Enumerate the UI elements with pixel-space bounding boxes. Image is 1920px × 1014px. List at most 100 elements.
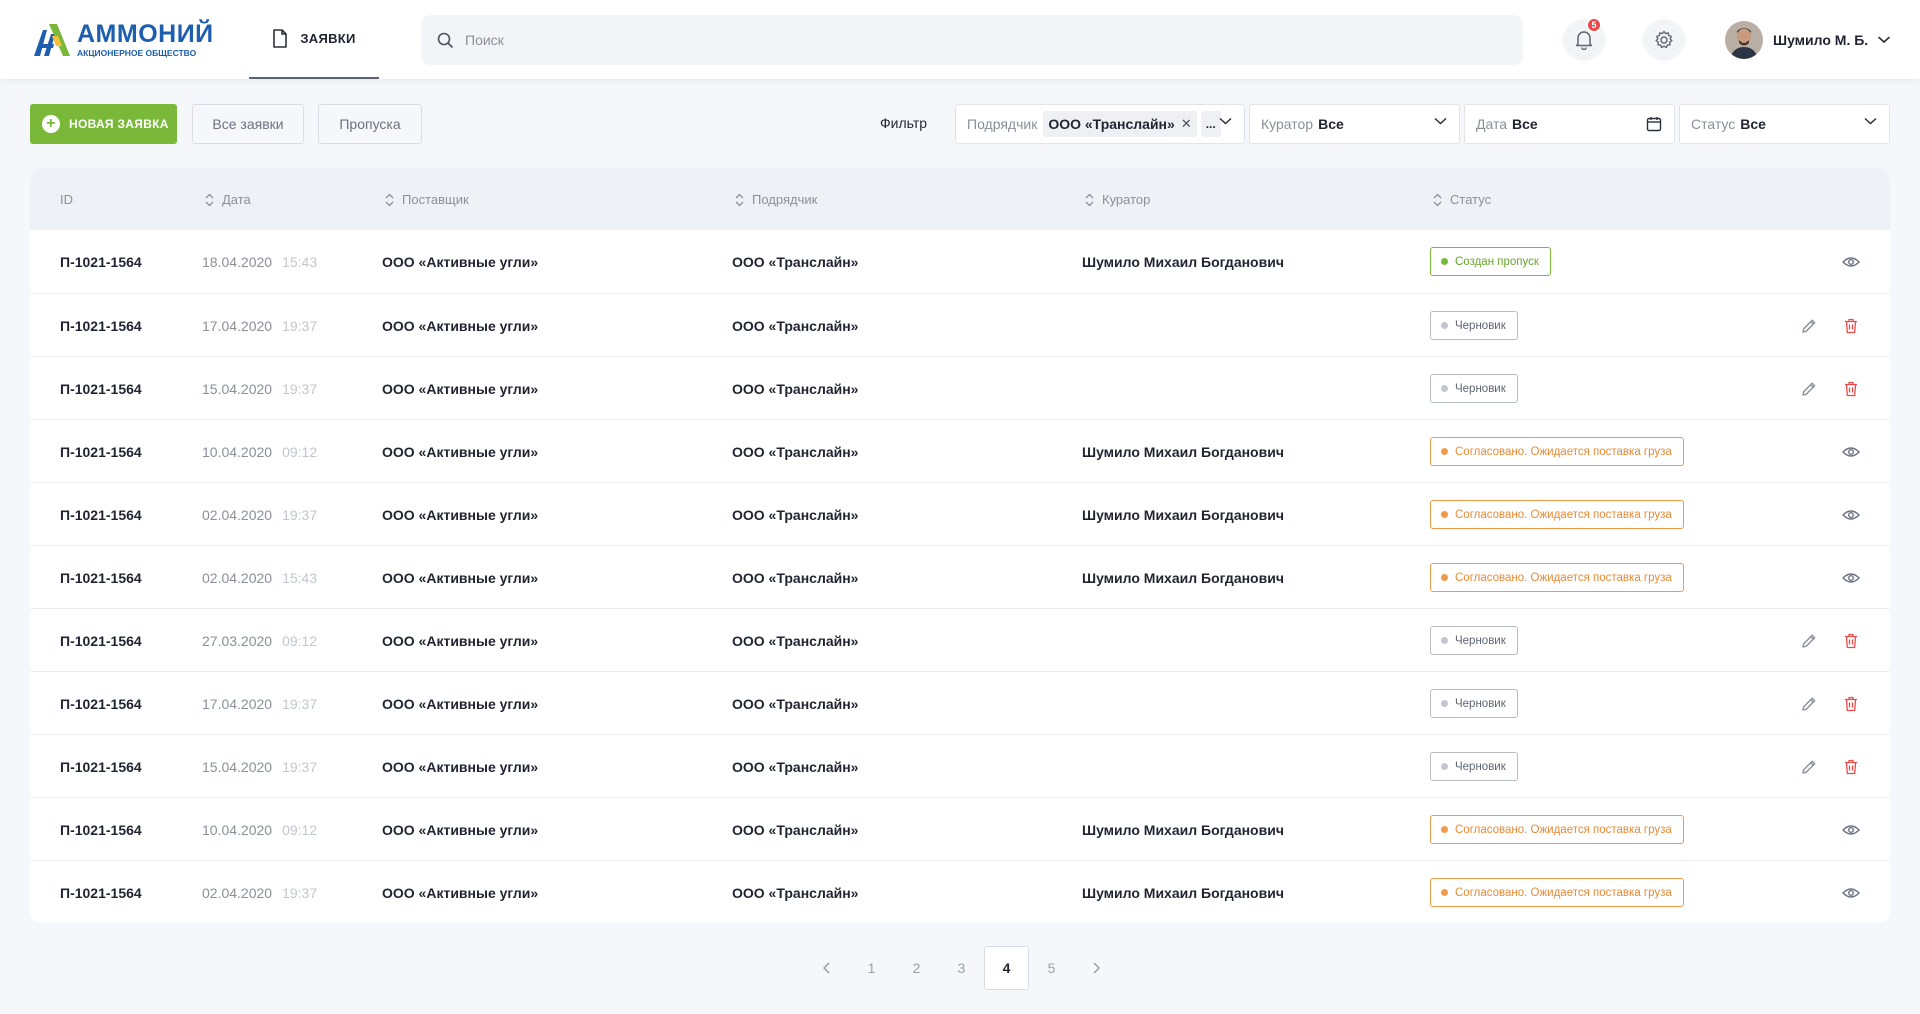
chip-more[interactable]: ... bbox=[1200, 111, 1221, 137]
column-header-date[interactable]: Дата bbox=[205, 192, 251, 207]
column-header-curator[interactable]: Куратор bbox=[1085, 192, 1150, 207]
view-icon[interactable] bbox=[1840, 819, 1861, 840]
search-bar bbox=[421, 15, 1523, 65]
status-dot bbox=[1441, 385, 1448, 392]
curator-filter[interactable]: Куратор Все bbox=[1249, 104, 1460, 144]
status-dot bbox=[1441, 322, 1448, 329]
table-row[interactable]: П-1021-1564 10.04.2020 09:12 ООО «Активные … bbox=[30, 797, 1890, 860]
page-button[interactable]: 1 bbox=[849, 946, 894, 990]
cell-date-day: 15.04.2020 bbox=[202, 380, 273, 397]
table-row[interactable]: П-1021-1564 27.03.2020 09:12 ООО «Активные … bbox=[30, 608, 1890, 671]
cell-date-day: 10.04.2020 bbox=[202, 443, 273, 460]
cell-status: Черновик bbox=[1430, 609, 1518, 672]
cell-date-day: 15.04.2020 bbox=[202, 758, 273, 775]
table-row[interactable]: П-1021-1564 10.04.2020 09:12 ООО «Активные … bbox=[30, 419, 1890, 482]
cell-contractor: ООО «Транслайн» bbox=[732, 253, 859, 270]
edit-icon[interactable] bbox=[1798, 630, 1819, 651]
view-icon[interactable] bbox=[1840, 504, 1861, 525]
edit-icon[interactable] bbox=[1798, 378, 1819, 399]
cell-curator: Шумило Михаил Богданович bbox=[1082, 884, 1284, 901]
cell-id: П-1021-1564 bbox=[60, 695, 142, 712]
edit-icon[interactable] bbox=[1798, 756, 1819, 777]
passes-button[interactable]: Пропуска bbox=[318, 104, 422, 144]
view-icon[interactable] bbox=[1840, 251, 1861, 272]
cell-status: Согласовано. Ожидается поставка груза bbox=[1430, 483, 1684, 546]
status-text: Согласовано. Ожидается поставка груза bbox=[1455, 445, 1672, 458]
settings-button[interactable] bbox=[1643, 19, 1685, 61]
all-requests-button[interactable]: Все заявки bbox=[192, 104, 304, 144]
cell-date-day: 02.04.2020 bbox=[202, 506, 273, 523]
cell-id: П-1021-1564 bbox=[60, 884, 142, 901]
cell-curator: Шумило Михаил Богданович bbox=[1082, 443, 1284, 460]
status-badge: Черновик bbox=[1430, 626, 1518, 655]
avatar bbox=[1725, 21, 1763, 59]
prev-page-button[interactable] bbox=[804, 946, 849, 990]
delete-icon[interactable] bbox=[1840, 756, 1861, 777]
cell-id: П-1021-1564 bbox=[60, 632, 142, 649]
cell-date-time: 19:37 bbox=[282, 380, 318, 397]
logo-subtitle: АКЦИОНЕРНОЕ ОБЩЕСТВО bbox=[77, 48, 197, 58]
chevron-left-icon bbox=[823, 962, 830, 974]
page-button[interactable]: 2 bbox=[894, 946, 939, 990]
status-dot bbox=[1441, 700, 1448, 707]
contractor-filter[interactable]: Подрядчик ООО «Транслайн» ✕ ... bbox=[955, 104, 1245, 144]
gear-icon bbox=[1655, 30, 1673, 49]
cell-contractor: ООО «Транслайн» bbox=[732, 695, 859, 712]
table-row[interactable]: П-1021-1564 18.04.2020 15:43 ООО «Активные … bbox=[30, 230, 1890, 293]
status-filter-value: Все bbox=[1740, 116, 1766, 132]
column-header-status[interactable]: Статус bbox=[1433, 192, 1491, 207]
document-icon bbox=[273, 29, 288, 48]
delete-icon[interactable] bbox=[1840, 378, 1861, 399]
cell-date-day: 02.04.2020 bbox=[202, 569, 273, 586]
status-dot bbox=[1441, 448, 1448, 455]
tab-requests[interactable]: ЗАЯВКИ bbox=[249, 0, 379, 79]
edit-icon[interactable] bbox=[1798, 693, 1819, 714]
cell-date-day: 02.04.2020 bbox=[202, 884, 273, 901]
column-header-supplier[interactable]: Поставщик bbox=[385, 192, 469, 207]
new-request-button[interactable]: + НОВАЯ ЗАЯВКА bbox=[30, 104, 177, 144]
table-row[interactable]: П-1021-1564 17.04.2020 19:37 ООО «Активные … bbox=[30, 671, 1890, 734]
notifications-button[interactable]: 5 bbox=[1563, 17, 1605, 61]
next-page-button[interactable] bbox=[1074, 946, 1119, 990]
delete-icon[interactable] bbox=[1840, 630, 1861, 651]
edit-icon[interactable] bbox=[1798, 315, 1819, 336]
cell-supplier: ООО «Активные угли» bbox=[382, 884, 539, 901]
cell-curator: Шумило Михаил Богданович bbox=[1082, 253, 1284, 270]
delete-icon[interactable] bbox=[1840, 693, 1861, 714]
cell-date-day: 10.04.2020 bbox=[202, 821, 273, 838]
user-menu[interactable]: Шумило М. Б. bbox=[1725, 19, 1890, 61]
company-logo[interactable]: АММОНИЙ АКЦИОНЕРНОЕ ОБЩЕСТВО bbox=[30, 20, 220, 60]
status-filter[interactable]: Статус Все bbox=[1679, 104, 1890, 144]
pagination: 12345 bbox=[804, 946, 1119, 990]
cell-id: П-1021-1564 bbox=[60, 380, 142, 397]
page-button[interactable]: 3 bbox=[939, 946, 984, 990]
status-text: Согласовано. Ожидается поставка груза bbox=[1455, 823, 1672, 836]
cell-curator: Шумило Михаил Богданович bbox=[1082, 821, 1284, 838]
view-icon[interactable] bbox=[1840, 567, 1861, 588]
new-request-label: НОВАЯ ЗАЯВКА bbox=[69, 117, 169, 131]
table-row[interactable]: П-1021-1564 02.04.2020 19:37 ООО «Активные … bbox=[30, 860, 1890, 922]
search-input[interactable] bbox=[465, 32, 1465, 48]
table-row[interactable]: П-1021-1564 17.04.2020 19:37 ООО «Активные … bbox=[30, 293, 1890, 356]
chip-close-icon[interactable]: ✕ bbox=[1181, 116, 1192, 132]
view-icon[interactable] bbox=[1840, 441, 1861, 462]
cell-supplier: ООО «Активные угли» bbox=[382, 506, 539, 523]
avatar-image bbox=[1725, 21, 1763, 59]
cell-id: П-1021-1564 bbox=[60, 443, 142, 460]
cell-curator: Шумило Михаил Богданович bbox=[1082, 569, 1284, 586]
date-filter[interactable]: Дата Все bbox=[1464, 104, 1675, 144]
view-icon[interactable] bbox=[1840, 882, 1861, 903]
table-row[interactable]: П-1021-1564 15.04.2020 19:37 ООО «Активные … bbox=[30, 356, 1890, 419]
chevron-right-icon bbox=[1093, 962, 1100, 974]
table-row[interactable]: П-1021-1564 15.04.2020 19:37 ООО «Активные … bbox=[30, 734, 1890, 797]
page-button[interactable]: 4 bbox=[984, 946, 1029, 990]
table-row[interactable]: П-1021-1564 02.04.2020 19:37 ООО «Активные … bbox=[30, 482, 1890, 545]
status-badge: Согласовано. Ожидается поставка груза bbox=[1430, 563, 1684, 592]
column-header-contractor[interactable]: Подрядчик bbox=[735, 192, 817, 207]
delete-icon[interactable] bbox=[1840, 315, 1861, 336]
cell-id: П-1021-1564 bbox=[60, 506, 142, 523]
status-badge: Согласовано. Ожидается поставка груза bbox=[1430, 815, 1684, 844]
table-row[interactable]: П-1021-1564 02.04.2020 15:43 ООО «Активные … bbox=[30, 545, 1890, 608]
page-numbers: 12345 bbox=[849, 946, 1074, 990]
page-button[interactable]: 5 bbox=[1029, 946, 1074, 990]
